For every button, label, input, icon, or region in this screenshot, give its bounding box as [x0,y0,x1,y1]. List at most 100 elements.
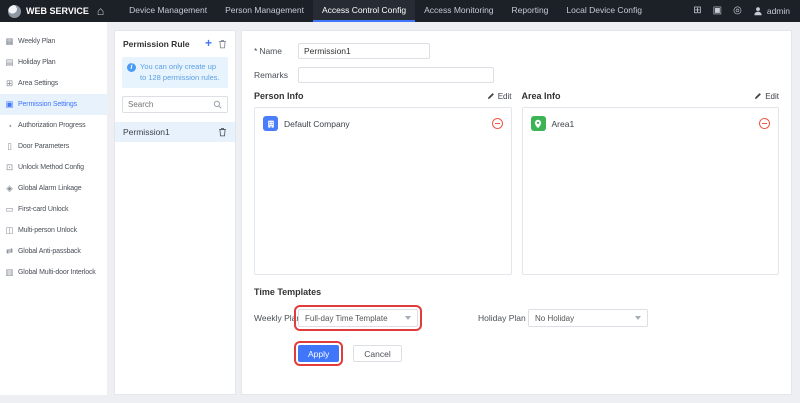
globe-icon[interactable]: ◎ [733,6,742,16]
sidebar-item-weekly-plan[interactable]: ▦ Weekly Plan [0,31,107,52]
holiday-plan-value: No Holiday [535,314,631,323]
sidebar-item-permission-settings[interactable]: ▣ Permission Settings [0,94,107,115]
sidebar-item-label: First-card Unlock [18,206,68,213]
name-input[interactable] [298,43,430,59]
multi-person-icon: ◫ [5,225,14,236]
time-templates-row: Weekly Plan Full-day Time Template Holid… [254,309,779,327]
sidebar-item-global-multi-door-interlock[interactable]: ▥ Global Multi-door Interlock [0,262,107,283]
sidebar-item-area-settings[interactable]: ⊞ Area Settings [0,73,107,94]
nav-item-local-device-config[interactable]: Local Device Config [557,0,651,22]
person-info-header: Person Info Edit [254,91,512,101]
home-icon[interactable]: ⌂ [97,5,104,17]
username: admin [767,6,790,16]
rule-panel-title: Permission Rule [123,39,199,49]
sidebar-item-unlock-method-config[interactable]: ⊡ Unlock Method Config [0,157,107,178]
area-info-title: Area Info [522,91,561,101]
brand-name: WEB SERVICE [26,6,89,16]
sidebar-item-authorization-progress[interactable]: ◔ Authorization Progress [0,115,107,136]
area-info-header: Area Info Edit [522,91,780,101]
nav-item-access-control-config[interactable]: Access Control Config [313,0,415,22]
nav-item-reporting[interactable]: Reporting [503,0,558,22]
rule-search [122,96,228,113]
sidebar-item-global-anti-passback[interactable]: ⇄ Global Anti-passback [0,241,107,262]
sidebar-item-label: Global Alarm Linkage [18,185,82,192]
user-avatar-icon [753,6,763,16]
pencil-icon [754,92,762,100]
holiday-plan-label: Holiday Plan [478,313,528,323]
alarm-linkage-icon: ◈ [5,183,14,194]
permission-rule-panel: Permission Rule + i You can only create … [114,30,236,395]
search-input[interactable] [128,100,210,109]
holiday-plan-icon: ▤ [5,57,14,68]
delete-rule-icon[interactable] [218,127,227,137]
person-info-column: Person Info Edit Default Company [254,91,512,275]
edit-person-info-button[interactable]: Edit [487,92,512,101]
apply-button[interactable]: Apply [298,345,339,362]
person-info-title: Person Info [254,91,304,101]
sidebar: ▦ Weekly Plan ▤ Holiday Plan ⊞ Area Sett… [0,22,107,395]
edit-area-info-button[interactable]: Edit [754,92,779,101]
info-icon: i [127,63,136,72]
time-templates-title: Time Templates [254,287,779,297]
rule-name: Permission1 [123,127,214,137]
required-mark: * [254,46,257,56]
rule-list-item[interactable]: Permission1 [115,122,235,142]
remarks-input[interactable] [298,67,494,83]
add-rule-icon[interactable]: + [205,39,212,49]
info-columns: Person Info Edit Default Company Area In [254,91,779,275]
search-icon[interactable] [213,96,222,114]
permission-detail-panel: *Name Remarks Person Info Edit Default C… [241,30,792,395]
apps-grid-icon[interactable]: ⊞ [693,6,701,16]
weekly-plan-select[interactable]: Full-day Time Template [298,309,418,327]
chevron-down-icon [635,316,641,320]
brand: WEB SERVICE ⌂ [0,0,112,22]
remarks-row: Remarks [254,67,779,83]
sidebar-item-label: Multi-person Unlock [18,227,77,234]
user-menu[interactable]: admin [753,6,790,16]
panel-icon[interactable]: ▣ [713,6,722,16]
sidebar-item-multi-person-unlock[interactable]: ◫ Multi-person Unlock [0,220,107,241]
pencil-icon [487,92,495,100]
sidebar-item-label: Area Settings [18,80,58,87]
person-list-box: Default Company [254,107,512,275]
permission-settings-icon: ▣ [5,99,14,110]
sidebar-item-label: Door Parameters [18,143,69,150]
rule-panel-header: Permission Rule + [115,31,235,55]
sidebar-item-holiday-plan[interactable]: ▤ Holiday Plan [0,52,107,73]
remove-area-icon[interactable] [759,118,770,129]
sidebar-item-door-parameters[interactable]: ▯ Door Parameters [0,136,107,157]
app-logo-icon [8,5,21,18]
area-pin-icon [531,116,546,131]
sidebar-item-label: Authorization Progress [18,122,86,129]
sidebar-item-label: Unlock Method Config [18,164,84,171]
weekly-plan-icon: ▦ [5,36,14,47]
sidebar-item-label: Permission Settings [18,101,77,108]
sidebar-item-label: Weekly Plan [18,38,55,45]
first-card-icon: ▭ [5,204,14,215]
area-item-name: Area1 [552,119,575,129]
sidebar-item-global-alarm-linkage[interactable]: ◈ Global Alarm Linkage [0,178,107,199]
sidebar-item-label: Global Anti-passback [18,248,81,255]
topbar-actions: ⊞ ▣ ◎ admin [693,0,800,22]
area-list-item[interactable]: Area1 [528,113,774,134]
nav-item-person-management[interactable]: Person Management [216,0,313,22]
remarks-label: Remarks [254,70,298,80]
rule-limit-text: You can only create up to 128 permission… [140,62,223,83]
person-list-item[interactable]: Default Company [260,113,506,134]
unlock-method-icon: ⊡ [5,162,14,173]
sidebar-item-first-card-unlock[interactable]: ▭ First-card Unlock [0,199,107,220]
door-parameters-icon: ▯ [5,141,14,152]
remove-person-icon[interactable] [492,118,503,129]
name-row: *Name [254,43,779,59]
cancel-button[interactable]: Cancel [353,345,401,362]
person-item-name: Default Company [284,119,350,129]
nav-item-device-management[interactable]: Device Management [120,0,216,22]
holiday-plan-select[interactable]: No Holiday [528,309,648,327]
weekly-plan-value: Full-day Time Template [305,314,401,323]
authorization-progress-icon: ◔ [5,121,14,131]
form-actions: Apply Cancel [254,345,779,362]
nav-item-access-monitoring[interactable]: Access Monitoring [415,0,502,22]
multi-door-interlock-icon: ▥ [5,267,14,278]
delete-rules-icon[interactable] [218,39,227,49]
area-info-column: Area Info Edit Area1 [522,91,780,275]
